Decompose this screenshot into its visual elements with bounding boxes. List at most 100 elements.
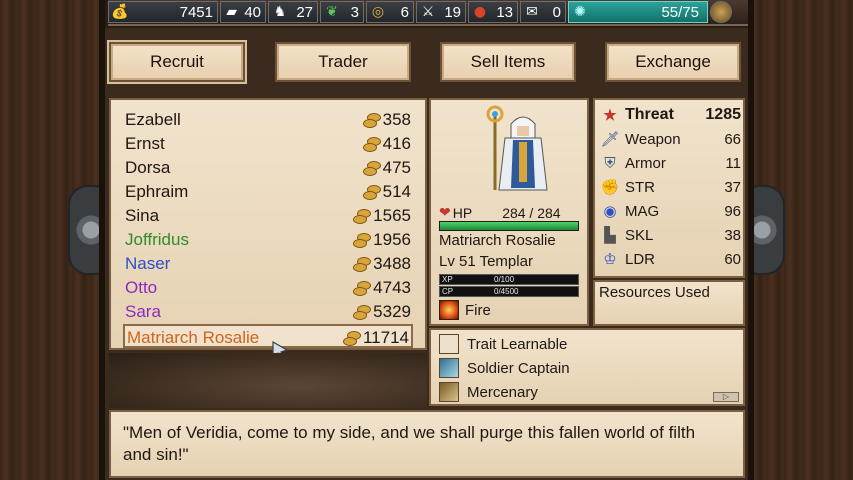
ore-icon: ● (473, 4, 487, 20)
hp-row: ❤ HP 284 / 284 (439, 204, 561, 221)
dialogue-text: "Men of Veridia, come to my side, and we… (123, 423, 696, 464)
sword-icon: 🗡 (600, 131, 620, 148)
resource-gold: 💰 7451 (108, 1, 218, 23)
traits-panel: Trait Learnable Soldier Captain Mercenar… (429, 328, 745, 406)
herb-icon: ❦ (326, 4, 338, 20)
boot-icon: ▙ (604, 227, 616, 244)
cp-value: 0/4500 (494, 287, 519, 296)
star-icon: ★ (603, 107, 617, 124)
resource-iron: ▰ 40 (220, 1, 266, 23)
tab-exchange[interactable]: Exchange (605, 42, 741, 82)
list-item[interactable]: Ernst 416 (123, 132, 413, 156)
armor-icon: ⛨ (604, 154, 616, 172)
recruit-cost: 1956 (373, 230, 411, 249)
scroll-right-button[interactable]: ▷ (713, 392, 739, 402)
character-panel: ❤ HP 284 / 284 Matriarch Rosalie Lv 51 T… (429, 98, 589, 326)
list-item[interactable]: Naser 3488 (123, 252, 413, 276)
recruit-cost: 1565 (373, 206, 411, 225)
character-portrait (486, 105, 548, 191)
stat-skl: ▙ SKL 38 (599, 224, 741, 246)
left-wood-panel (0, 0, 114, 480)
coins-icon (361, 184, 381, 200)
coins-icon (351, 256, 372, 272)
coins-icon (361, 136, 381, 152)
stat-weapon: 🗡 Weapon 66 (599, 128, 741, 150)
hp-value: 284 / 284 (502, 204, 561, 221)
stat-str: ✊ STR 37 (599, 176, 741, 198)
list-item-selected[interactable]: Matriarch Rosalie 11714 (123, 324, 413, 348)
recruit-name: Sara (125, 302, 161, 321)
recruit-list: Ezabell 358 Ernst 416 Dorsa 475 Ephraim … (109, 98, 427, 362)
resource-sword: ⚔ 19 (416, 1, 466, 23)
trait-item[interactable]: Mercenary (439, 381, 538, 403)
recruit-name: Dorsa (125, 158, 171, 177)
recruit-cost: 514 (382, 182, 411, 201)
captain-icon (439, 358, 459, 378)
element-row: Fire (439, 300, 491, 320)
leader-icon: ♔ (603, 251, 617, 268)
tab-sell-items[interactable]: Sell Items (440, 42, 576, 82)
xp-value: 0/100 (494, 275, 515, 284)
list-item[interactable]: Otto 4743 (123, 276, 413, 300)
recruit-cost: 4743 (373, 278, 411, 297)
population-icon: ✺ (574, 4, 586, 20)
resource-gem: ◎ 6 (366, 1, 414, 23)
resources-used-label: Resources Used (599, 284, 710, 301)
tab-bar: Recruit Trader Sell Items Exchange (105, 38, 748, 88)
stats-panel: ★ Threat 1285 🗡 Weapon 66 ⛨ Armor 11 ✊ S… (593, 98, 745, 278)
character-class: Lv 51 Templar (439, 253, 533, 270)
recruit-name: Sina (125, 206, 160, 225)
main-area: Recruit Trader Sell Items Exchange Ezabe… (105, 28, 748, 480)
coins-icon (351, 208, 372, 224)
cp-bar: CP 0/4500 (439, 286, 579, 297)
coins-icon (361, 160, 381, 176)
recruit-cost: 5329 (373, 302, 411, 321)
recruit-name: Ernst (125, 134, 165, 153)
coins-icon (351, 304, 372, 320)
recruit-cost: 11714 (362, 328, 409, 347)
sword-icon: ⚔ (421, 4, 435, 20)
coins-icon (351, 280, 372, 296)
fire-icon (439, 300, 459, 320)
hp-bar (439, 221, 579, 231)
tab-trader[interactable]: Trader (275, 42, 411, 82)
hp-bar-fill (440, 222, 578, 230)
resource-bar: 💰 7451 ▰ 40 ♞ 27 ❦ 3 ◎ 6 ⚔ 19 ● 13 ✉ 0 ✺… (108, 0, 748, 26)
resources-used-panel: Resources Used (593, 280, 745, 326)
trait-item[interactable]: Trait Learnable (439, 333, 567, 355)
gem-icon: ◎ (371, 4, 385, 20)
coins-icon (361, 112, 381, 128)
stat-armor: ⛨ Armor 11 (599, 152, 741, 174)
recruit-name: Joffridus (125, 230, 189, 249)
list-item[interactable]: Sina 1565 (123, 204, 413, 228)
stat-mag: ◉ MAG 96 (599, 200, 741, 222)
dialogue-box: "Men of Veridia, come to my side, and we… (109, 410, 745, 478)
list-item[interactable]: Ezabell 358 (123, 108, 413, 132)
stat-ldr: ♔ LDR 60 (599, 248, 741, 270)
coins-icon (341, 330, 361, 346)
empty-trait-icon (439, 334, 459, 354)
population-counter: ✺ 55/75 (568, 1, 708, 23)
resource-scroll: ✉ 0 (520, 1, 566, 23)
mercenary-icon (439, 382, 459, 402)
horse-icon: ♞ (273, 4, 287, 20)
list-item[interactable]: Dorsa 475 (123, 156, 413, 180)
resource-herb: ❦ 3 (320, 1, 364, 23)
trait-item[interactable]: Soldier Captain (439, 357, 570, 379)
tab-recruit[interactable]: Recruit (109, 42, 245, 82)
character-name: Matriarch Rosalie (439, 232, 556, 249)
recruit-name: Naser (125, 254, 171, 273)
stat-threat: ★ Threat 1285 (599, 104, 741, 126)
coins-icon: 💰 (111, 4, 129, 20)
hp-label: HP (452, 204, 473, 221)
recruit-cost: 358 (382, 110, 411, 129)
menu-icon[interactable] (710, 1, 732, 23)
tavern-background (109, 353, 427, 408)
heart-icon: ❤ (439, 204, 451, 220)
orb-icon: ◉ (603, 203, 617, 220)
recruit-name: Ezabell (125, 110, 181, 129)
scroll-icon: ✉ (526, 4, 538, 20)
list-item[interactable]: Ephraim 514 (123, 180, 413, 204)
list-item[interactable]: Joffridus 1956 (123, 228, 413, 252)
list-item[interactable]: Sara 5329 (123, 300, 413, 324)
